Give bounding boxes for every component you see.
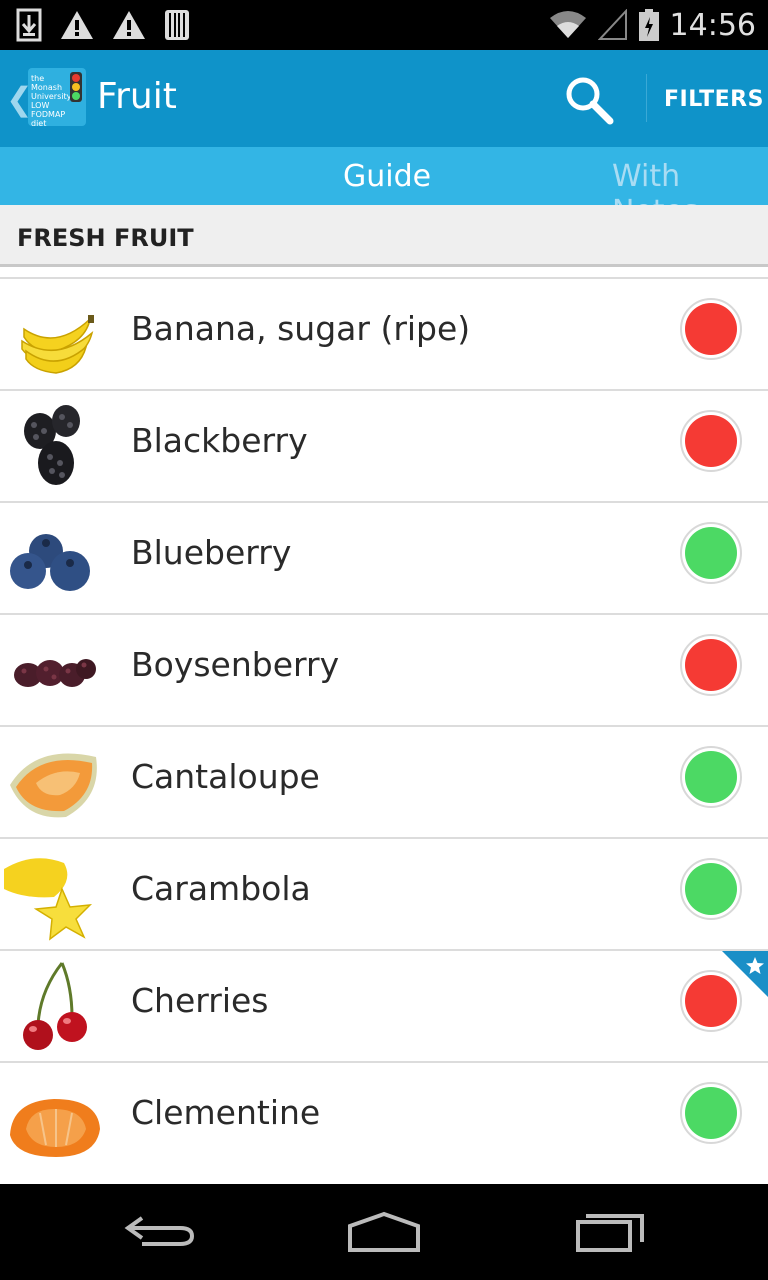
cantaloupe-icon	[10, 753, 97, 818]
signal-icon	[597, 9, 627, 40]
logo-text-line: FODMAP	[31, 110, 66, 119]
logo-text: the Monash University LOW FODMAP diet	[31, 74, 71, 128]
action-bar-divider	[646, 74, 647, 122]
search-icon[interactable]	[560, 72, 616, 128]
logo-text-line: LOW	[31, 101, 50, 110]
item-name: Clementine	[131, 1093, 321, 1132]
list-item[interactable]: Blackberry	[0, 389, 768, 501]
status-indicator	[680, 634, 742, 696]
list-item[interactable]: Banana, sugar (ripe)	[0, 277, 768, 389]
status-indicator	[680, 298, 742, 360]
recents-icon[interactable]	[570, 1204, 650, 1260]
list-item[interactable]: Cherries	[0, 949, 768, 1061]
food-list: Banana, sugar (ripe) Blackberry Blueberr…	[0, 277, 768, 1173]
status-indicator	[680, 858, 742, 920]
blackberry-icon	[24, 405, 80, 485]
notes-star-icon	[722, 951, 768, 997]
tab-guide[interactable]: Guide	[343, 159, 431, 194]
item-name: Blackberry	[131, 421, 308, 460]
warning-icon	[113, 11, 145, 39]
item-name: Banana, sugar (ripe)	[131, 309, 471, 348]
item-name: Boysenberry	[131, 645, 340, 684]
filters-button[interactable]: FILTERS	[664, 87, 764, 112]
tab-bar: Guide With Notes	[0, 147, 768, 229]
item-name: Carambola	[131, 869, 311, 908]
logo-text-line: the	[31, 74, 45, 83]
item-name: Blueberry	[131, 533, 292, 572]
barcode-icon	[165, 10, 189, 40]
status-bar: 14:56	[0, 0, 768, 50]
section-header: FRESH FRUIT	[0, 205, 768, 267]
page-title: Fruit	[97, 76, 177, 117]
logo-text-line: diet	[31, 119, 47, 128]
list-item[interactable]: Carambola	[0, 837, 768, 949]
warning-icon	[61, 11, 93, 39]
download-icon	[16, 8, 42, 42]
status-time: 14:56	[669, 7, 756, 43]
list-item[interactable]: Clementine	[0, 1061, 768, 1173]
boysenberry-icon	[14, 659, 96, 687]
blueberry-icon	[10, 534, 90, 591]
action-bar: ❮ the Monash University LOW FODMAP diet …	[0, 50, 768, 196]
cherries-icon	[23, 962, 87, 1050]
item-name: Cantaloupe	[131, 757, 320, 796]
back-icon[interactable]	[122, 1204, 202, 1260]
status-indicator	[680, 522, 742, 584]
list-item[interactable]: Boysenberry	[0, 613, 768, 725]
system-icons: 14:56	[548, 0, 756, 50]
traffic-light-icon	[70, 72, 82, 102]
list-item[interactable]: Blueberry	[0, 501, 768, 613]
list-item[interactable]: Cantaloupe	[0, 725, 768, 837]
status-indicator	[680, 1082, 742, 1144]
navigation-bar	[0, 1184, 768, 1280]
carambola-icon	[4, 858, 93, 941]
app-logo[interactable]: the Monash University LOW FODMAP diet	[28, 68, 86, 128]
logo-text-line: Monash	[31, 83, 63, 92]
clementine-icon	[10, 1099, 100, 1157]
item-name: Cherries	[131, 981, 269, 1020]
notification-icons	[16, 6, 190, 44]
logo-text-line: University	[31, 92, 72, 101]
status-indicator	[680, 746, 742, 808]
home-icon[interactable]	[344, 1204, 424, 1260]
wifi-icon	[549, 11, 586, 38]
section-title: FRESH FRUIT	[17, 224, 194, 252]
banana-icon	[21, 315, 94, 374]
battery-icon	[638, 9, 659, 41]
status-indicator	[680, 410, 742, 472]
